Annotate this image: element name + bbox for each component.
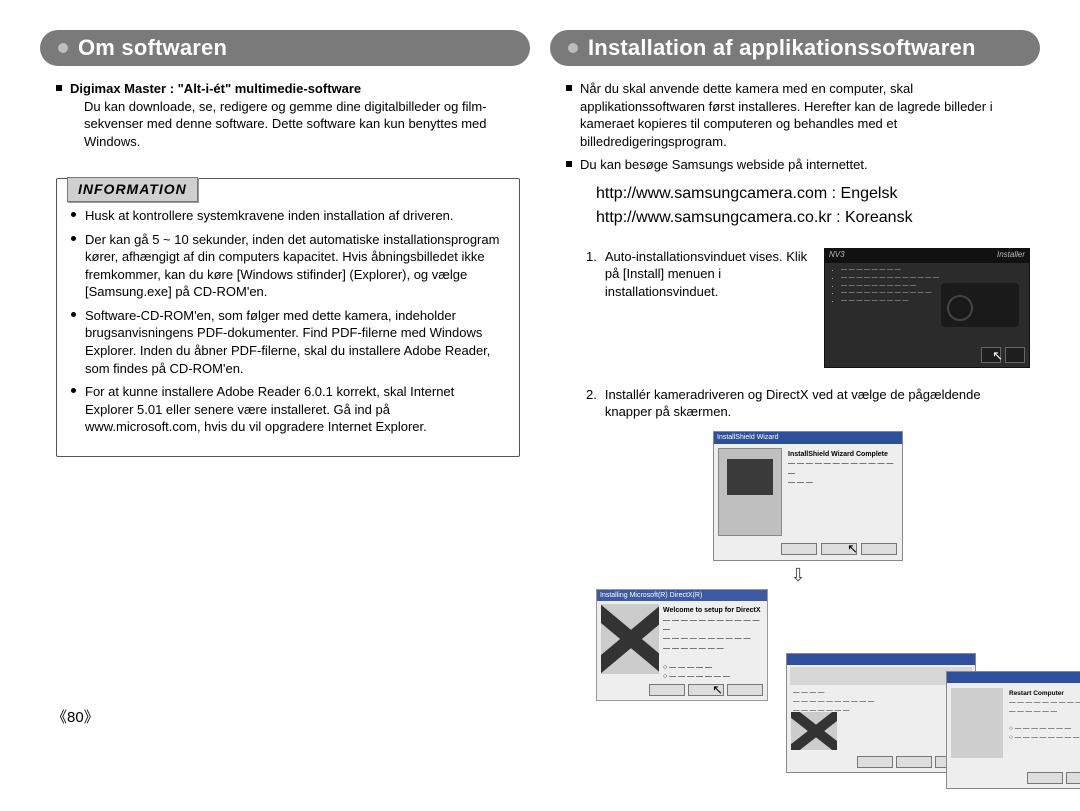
arrow-down-icon: ⇩ xyxy=(566,563,1030,587)
left-section-heading: Digimax Master : "Alt-i-ét" multimedie-s… xyxy=(70,81,361,96)
left-section-body: Du kan downloade, se, redigere og gemme … xyxy=(70,98,520,151)
url-block: http://www.samsungcamera.com : Engelsk h… xyxy=(596,182,1030,230)
back-button[interactable] xyxy=(1027,772,1063,784)
cursor-icon: ↖ xyxy=(992,347,1003,365)
manual-button[interactable] xyxy=(1005,347,1025,363)
wizard-side-image xyxy=(951,688,1003,758)
wizard-heading: InstallShield Wizard Complete — — — — — … xyxy=(788,450,896,488)
cursor-icon: ↖ xyxy=(712,681,723,699)
directx-heading: Welcome to setup for DirectX xyxy=(663,607,761,614)
installer-logo: NV3 xyxy=(829,250,845,261)
left-body: Digimax Master : "Alt-i-ét" multimedie-s… xyxy=(40,80,530,457)
installer-bullet-list: — — — — — — — — — — — — — — — — — — — — … xyxy=(831,267,941,305)
page-number: 《80》 xyxy=(52,708,99,728)
finish-button[interactable] xyxy=(1066,772,1080,784)
url-korean: http://www.samsungcamera.co.kr : Koreans… xyxy=(596,206,1030,230)
installer-mode: Installer xyxy=(997,250,1025,261)
restart-computer-screenshot: Restart Computer — — — — — — — — — — —— … xyxy=(946,671,1080,789)
installshield-screenshot: InstallShield Wizard InstallShield Wizar… xyxy=(713,431,903,561)
wizard-cancel-button[interactable] xyxy=(861,543,897,555)
directx-titlebar: Installing Microsoft(R) DirectX(R) xyxy=(597,590,767,601)
left-title: Om softwaren xyxy=(78,33,227,63)
step-2-number: 2. xyxy=(586,386,597,421)
camera-icon xyxy=(941,283,1019,327)
information-label: INFORMATION xyxy=(67,177,198,202)
step-1-number: 1. xyxy=(586,248,597,301)
right-column: Installation af applikationssoftwaren Nå… xyxy=(550,30,1040,791)
directx-back-button[interactable] xyxy=(649,684,685,696)
right-title: Installation af applikationssoftwaren xyxy=(588,33,976,63)
step-1-text: Auto-installationsvinduet vises. Klik på… xyxy=(605,248,814,301)
left-section: Digimax Master : "Alt-i-ét" multimedie-s… xyxy=(56,80,520,150)
header-dot-icon xyxy=(58,43,68,53)
right-header: Installation af applikationssoftwaren xyxy=(550,30,1040,66)
info-item: Software-CD-ROM'en, som følger med dette… xyxy=(71,307,505,377)
wizard-titlebar: InstallShield Wizard xyxy=(714,432,902,444)
intro-item: Når du skal anvende dette kamera med en … xyxy=(566,80,1030,150)
info-item: Husk at kontrollere systemkravene inden … xyxy=(71,207,505,225)
url-english: http://www.samsungcamera.com : Engelsk xyxy=(596,182,1030,206)
info-item: Der kan gå 5 ~ 10 sekunder, inden det au… xyxy=(71,231,505,301)
directx-cancel-button[interactable] xyxy=(727,684,763,696)
wizard-side-image xyxy=(718,448,782,536)
next-button[interactable] xyxy=(896,756,932,768)
installer-bottom-icons xyxy=(981,347,1025,363)
directx-x-icon xyxy=(601,604,659,674)
left-header: Om softwaren xyxy=(40,30,530,66)
cursor-icon: ↖ xyxy=(847,540,858,558)
header-dot-icon xyxy=(568,43,578,53)
right-body: Når du skal anvende dette kamera med en … xyxy=(550,80,1040,791)
back-button[interactable] xyxy=(857,756,893,768)
restart-heading: Restart Computer xyxy=(1009,690,1064,697)
info-item: For at kunne installere Adobe Reader 6.0… xyxy=(71,383,505,436)
installer-screenshot: NV3 Installer — — — — — — — — — — — — — … xyxy=(824,248,1030,368)
wizard-back-button[interactable] xyxy=(781,543,817,555)
step-2: 2. Installér kameradriveren og DirectX v… xyxy=(586,386,1030,421)
directx-welcome-screenshot: Installing Microsoft(R) DirectX(R) Welco… xyxy=(596,589,768,701)
directx-x-icon xyxy=(791,712,837,750)
step-2-text: Installér kameradriveren og DirectX ved … xyxy=(605,386,1030,421)
overlapping-screenshots: — — — —— — — — — — — — — —— — — — — — — … xyxy=(786,653,1080,791)
information-box: INFORMATION Husk at kontrollere systemkr… xyxy=(56,178,520,457)
intro-item: Du kan besøge Samsungs webside på intern… xyxy=(566,156,1030,174)
left-column: Om softwaren Digimax Master : "Alt-i-ét"… xyxy=(40,30,530,791)
step-1: 1. Auto-installationsvinduet vises. Klik… xyxy=(586,248,814,301)
